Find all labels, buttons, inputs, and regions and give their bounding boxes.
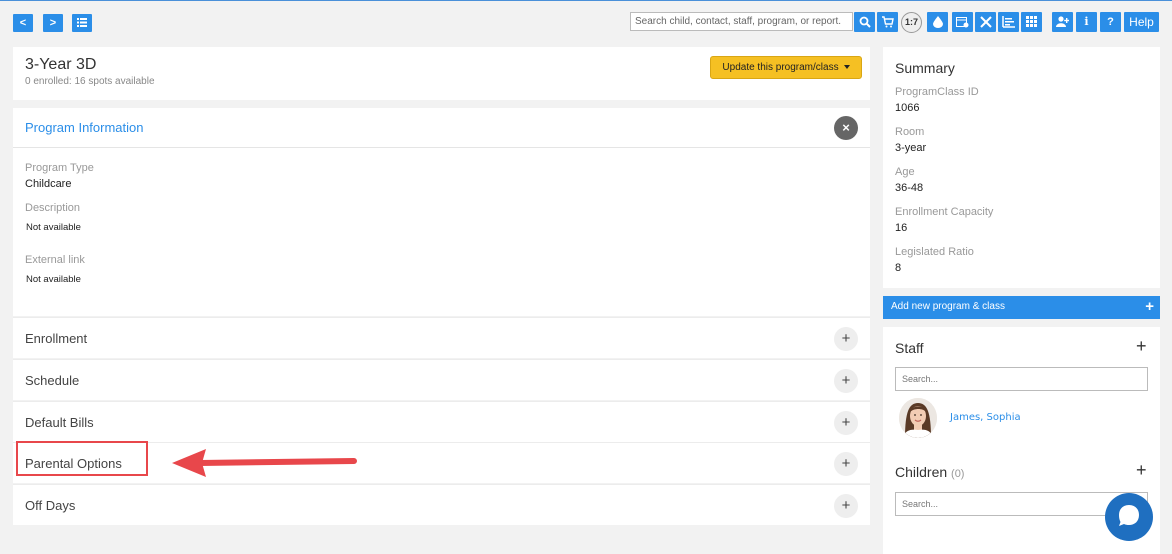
expand-plus-icon[interactable]: + <box>834 452 858 476</box>
expand-plus-icon[interactable]: + <box>834 369 858 393</box>
caret-down-icon <box>843 65 850 70</box>
children-title-label: Children <box>895 464 948 480</box>
highlight-box <box>16 441 148 476</box>
age-value: 36-48 <box>895 182 924 194</box>
add-user-icon[interactable] <box>1052 12 1073 32</box>
update-program-button[interactable]: Update this program/class <box>710 56 862 79</box>
staff-title: Staff <box>895 340 924 356</box>
list-icon[interactable] <box>72 14 92 32</box>
expand-plus-icon[interactable]: + <box>834 411 858 435</box>
summary-card: Summary ProgramClass ID 1066 Room 3-year… <box>883 47 1160 288</box>
staff-search-input[interactable] <box>895 367 1148 391</box>
section-off-days-label: Off Days <box>25 498 76 513</box>
enrollment-status: 0 enrolled: 16 spots available <box>25 76 155 87</box>
avatar[interactable] <box>899 398 937 438</box>
external-link-value: Not available <box>26 274 81 285</box>
search-icon[interactable] <box>854 12 875 32</box>
enrollment-capacity-label: Enrollment Capacity <box>895 206 994 218</box>
help-button[interactable]: Help <box>1124 12 1159 32</box>
update-program-label: Update this program/class <box>722 62 839 73</box>
legislated-ratio-label: Legislated Ratio <box>895 246 974 258</box>
drop-icon[interactable] <box>927 12 948 32</box>
section-default-bills[interactable]: Default Bills + <box>13 401 870 442</box>
cart-icon[interactable] <box>877 12 898 32</box>
section-schedule-label: Schedule <box>25 373 80 388</box>
add-child-plus-icon[interactable]: + <box>1136 460 1147 481</box>
programclass-id-label: ProgramClass ID <box>895 86 979 98</box>
program-info-title[interactable]: Program Information <box>25 120 144 135</box>
external-link-label: External link <box>25 254 85 266</box>
children-title: Children (0) <box>895 464 964 480</box>
program-info-card: Program Information × Program Type Child… <box>13 108 870 316</box>
program-type-label: Program Type <box>25 162 94 174</box>
question-icon[interactable]: ? <box>1100 12 1121 32</box>
section-enrollment-label: Enrollment <box>25 331 88 346</box>
age-label: Age <box>895 166 915 178</box>
add-staff-plus-icon[interactable]: + <box>1136 336 1147 357</box>
expand-plus-icon[interactable]: + <box>834 494 858 518</box>
top-toolbar: < > 1:7 i ? Help <box>0 1 1172 41</box>
chart-icon[interactable] <box>998 12 1019 32</box>
staff-member-link[interactable]: James, Sophia <box>950 412 1021 423</box>
close-x-icon[interactable] <box>975 12 996 32</box>
calendar-icon[interactable] <box>952 12 973 32</box>
ratio-badge[interactable]: 1:7 <box>901 12 922 33</box>
expand-plus-icon[interactable]: + <box>834 327 858 351</box>
forward-button[interactable]: > <box>43 14 63 32</box>
program-title-card: 3-Year 3D 0 enrolled: 16 spots available… <box>13 47 870 100</box>
close-icon[interactable]: × <box>834 116 858 140</box>
programclass-id-value: 1066 <box>895 102 920 114</box>
back-button[interactable]: < <box>13 14 33 32</box>
section-schedule[interactable]: Schedule + <box>13 359 870 400</box>
children-count: (0) <box>951 468 965 480</box>
enrollment-capacity-value: 16 <box>895 222 908 234</box>
room-label: Room <box>895 126 925 138</box>
plus-icon: + <box>1145 298 1154 315</box>
room-value: 3-year <box>895 142 927 154</box>
description-label: Description <box>25 202 81 214</box>
legislated-ratio-value: 8 <box>895 262 902 274</box>
page-title: 3-Year 3D <box>25 56 97 73</box>
section-enrollment[interactable]: Enrollment + <box>13 317 870 358</box>
description-value: Not available <box>26 222 81 233</box>
section-default-bills-label: Default Bills <box>25 415 94 430</box>
add-new-program-label: Add new program & class <box>891 301 1005 312</box>
info-icon[interactable]: i <box>1076 12 1097 32</box>
chat-icon[interactable] <box>1105 493 1153 541</box>
grid-icon[interactable] <box>1021 12 1042 32</box>
annotation-arrow-icon <box>172 449 357 477</box>
summary-title: Summary <box>895 60 955 76</box>
program-info-header: Program Information × <box>13 108 870 148</box>
program-type-value: Childcare <box>25 178 72 190</box>
section-off-days[interactable]: Off Days + <box>13 484 870 525</box>
global-search-input[interactable] <box>630 12 853 31</box>
add-new-program-button[interactable]: Add new program & class + <box>883 296 1160 319</box>
